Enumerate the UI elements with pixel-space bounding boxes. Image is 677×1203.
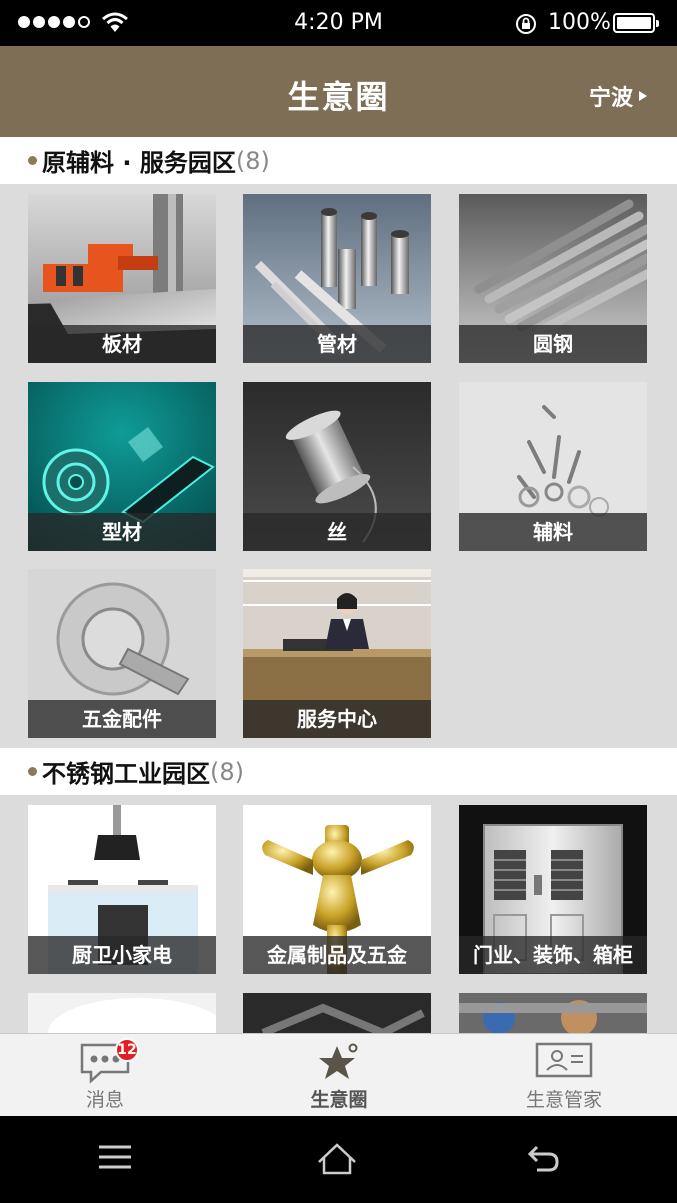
product-image — [459, 993, 647, 1033]
city-label: 宁波 — [588, 86, 633, 111]
rotation-lock-icon — [516, 14, 536, 34]
tile-sheet-metal[interactable]: 板材 — [28, 194, 216, 363]
tile-label: 圆钢 — [459, 325, 647, 363]
tile-label: 门业、装饰、箱柜 — [459, 936, 647, 974]
tab-messages[interactable]: 12 消息 — [35, 1034, 175, 1117]
tile-partial[interactable] — [28, 993, 216, 1033]
tile-label: 厨卫小家电 — [28, 936, 216, 974]
section-header-industrial-park: 不锈钢工业园区 (8) — [0, 748, 677, 795]
bullet-icon — [28, 156, 37, 165]
status-bar: 4:20 PM 100% — [0, 0, 677, 46]
star-icon — [319, 1043, 358, 1079]
section-count: (8) — [210, 757, 244, 786]
battery-icon — [613, 13, 659, 33]
content-scroll[interactable]: 原辅料 · 服务园区 (8) 板材 管材 圆钢 型材 丝 辅料 五金配件 服务中… — [0, 137, 677, 1033]
section-count: (8) — [235, 146, 270, 175]
tile-label: 板材 — [28, 325, 216, 363]
tile-label: 金属制品及五金 — [243, 936, 431, 974]
city-selector[interactable]: 宁波 — [589, 80, 647, 112]
battery-percent: 100% — [548, 10, 611, 35]
section-title: 原辅料 · 服务园区 — [42, 149, 236, 177]
tile-label: 五金配件 — [28, 700, 216, 738]
tile-partial[interactable] — [459, 993, 647, 1033]
tile-service-center[interactable]: 服务中心 — [243, 569, 431, 738]
tile-round-steel[interactable]: 圆钢 — [459, 194, 647, 363]
tile-pipes[interactable]: 管材 — [243, 194, 431, 363]
menu-icon[interactable] — [97, 1142, 133, 1172]
home-icon[interactable] — [316, 1142, 358, 1176]
product-image — [28, 993, 216, 1033]
tab-label: 生意圈 — [310, 1089, 368, 1111]
tab-business-circle[interactable]: 生意圈 — [269, 1034, 409, 1117]
unread-badge: 12 — [115, 1038, 139, 1062]
tile-doors-cabinets[interactable]: 门业、装饰、箱柜 — [459, 805, 647, 974]
tile-profiles[interactable]: 型材 — [28, 382, 216, 551]
caret-right-icon — [639, 91, 647, 101]
back-icon[interactable] — [527, 1142, 561, 1174]
tab-business-manager[interactable]: 生意管家 — [494, 1034, 634, 1117]
tab-label: 消息 — [85, 1089, 124, 1111]
id-card-icon — [535, 1042, 593, 1078]
tab-label: 生意管家 — [525, 1089, 602, 1111]
tile-metal-products[interactable]: 金属制品及五金 — [243, 805, 431, 974]
tile-hardware-fittings[interactable]: 五金配件 — [28, 569, 216, 738]
bullet-icon — [28, 767, 37, 776]
header-bar: 生意圈 宁波 — [0, 46, 677, 137]
tile-label: 型材 — [28, 513, 216, 551]
tile-label: 丝 — [243, 513, 431, 551]
tile-label: 管材 — [243, 325, 431, 363]
page-title: 生意圈 — [287, 78, 390, 116]
section-header-materials: 原辅料 · 服务园区 (8) — [0, 137, 677, 184]
tile-label: 服务中心 — [243, 700, 431, 738]
tab-bar: 12 消息 生意圈 生意管家 — [0, 1033, 677, 1116]
tile-partial[interactable] — [243, 993, 431, 1033]
product-image — [243, 993, 431, 1033]
section-title: 不锈钢工业园区 — [42, 760, 210, 788]
tile-kitchen-appliances[interactable]: 厨卫小家电 — [28, 805, 216, 974]
tile-wire[interactable]: 丝 — [243, 382, 431, 551]
tile-label: 辅料 — [459, 513, 647, 551]
tile-accessories[interactable]: 辅料 — [459, 382, 647, 551]
system-navigation-bar — [0, 1116, 677, 1203]
